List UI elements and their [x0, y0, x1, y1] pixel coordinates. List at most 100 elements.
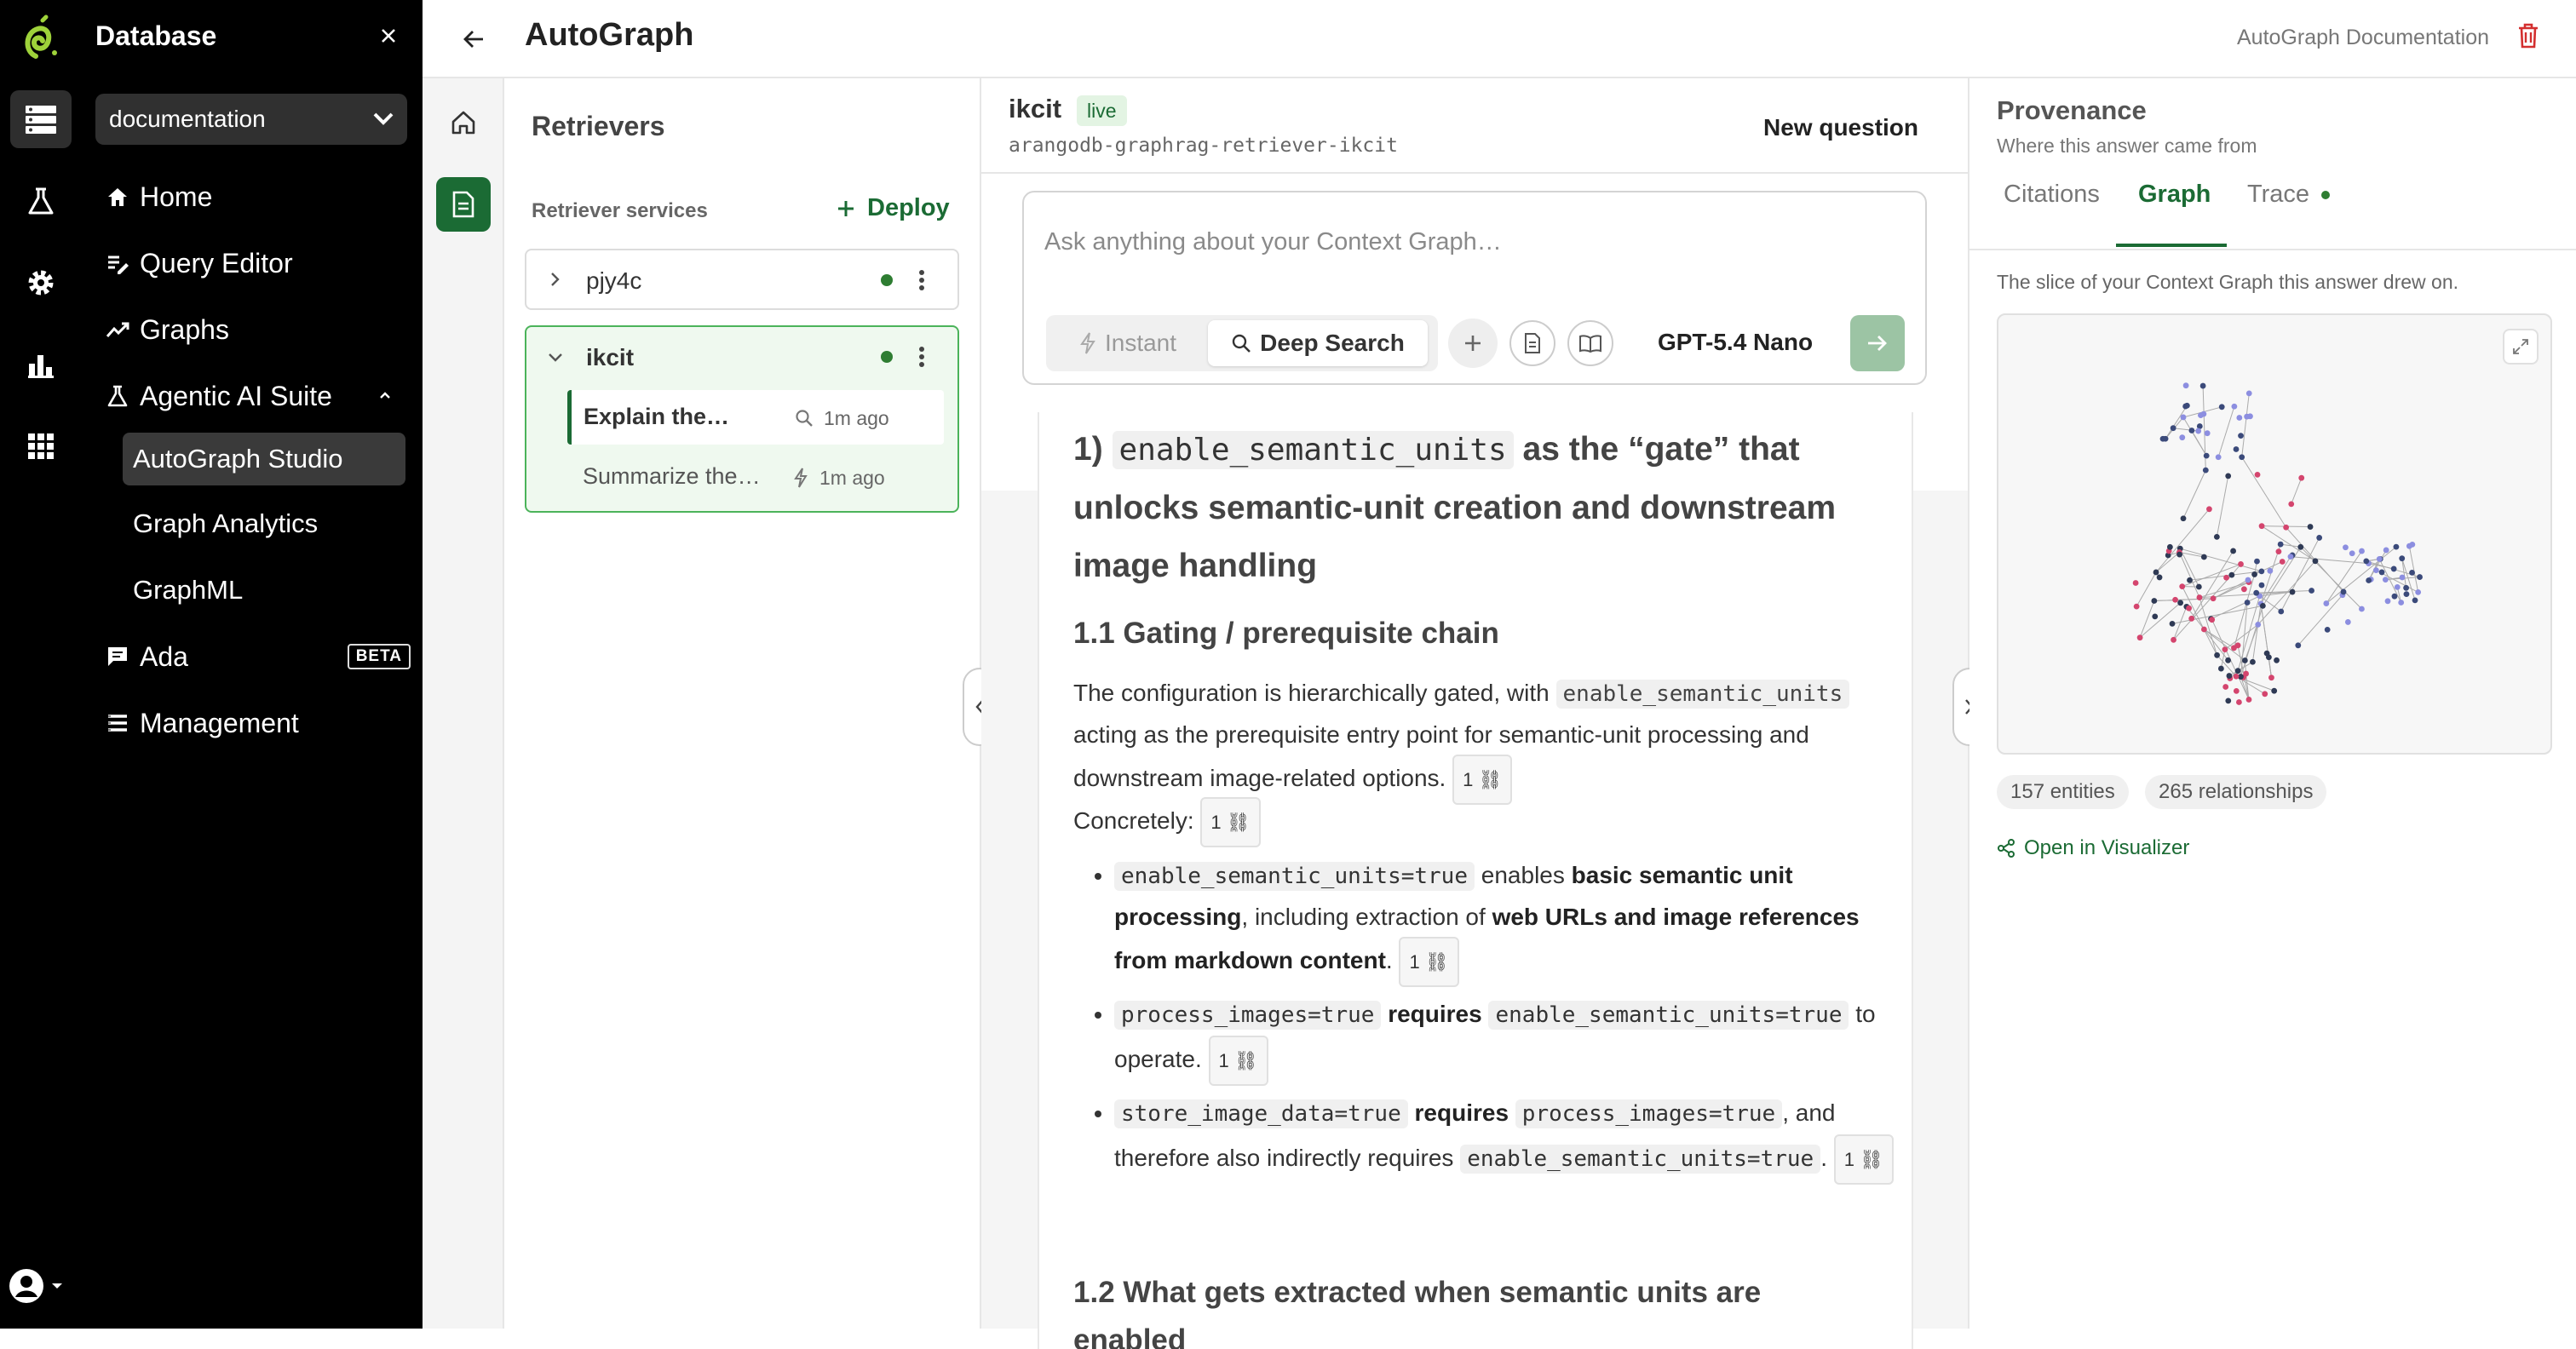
graph-node — [2195, 428, 2201, 434]
studio-retrievers-icon[interactable] — [436, 177, 491, 232]
user-menu[interactable] — [9, 1267, 70, 1305]
more-vertical-icon[interactable] — [918, 346, 925, 368]
nav-ada[interactable]: Ada BETA — [95, 630, 414, 683]
nav-autograph-studio[interactable]: AutoGraph Studio — [123, 433, 405, 485]
provenance-subtitle: Where this answer came from — [1997, 135, 2257, 158]
graph-node — [2309, 588, 2314, 594]
mode-deep-search-button[interactable]: Deep Search — [1208, 320, 1428, 366]
citation-chip[interactable]: 1 ⛓ — [1209, 1036, 1268, 1086]
gear-icon[interactable] — [10, 254, 72, 312]
nav-graphs[interactable]: Graphs — [95, 303, 414, 356]
graph-edge — [2140, 601, 2154, 638]
nav-graphml[interactable]: GraphML — [123, 564, 405, 617]
graph-edge — [2252, 604, 2261, 662]
retriever-card-ikcit[interactable]: ikcit Explain the… 1m ago Summarize the…… — [525, 325, 959, 513]
documentation-link[interactable]: AutoGraph Documentation — [2237, 26, 2489, 50]
citation-number: 1 — [1844, 1149, 1854, 1170]
citation-chip[interactable]: 1 ⛓ — [1399, 937, 1458, 987]
graph-node — [2259, 583, 2265, 588]
bullet-bold: requires — [1388, 1001, 1482, 1027]
question-input[interactable]: Ask anything about your Context Graph… — [1044, 228, 1502, 256]
trash-icon[interactable] — [2516, 22, 2544, 53]
graph-node — [2403, 585, 2409, 591]
tab-citations[interactable]: Citations — [2004, 181, 2100, 209]
graph-node — [2308, 524, 2314, 530]
nav-agentic-ai-suite[interactable]: Agentic AI Suite — [95, 370, 414, 422]
apps-grid-icon[interactable] — [10, 417, 72, 475]
bullet-bold: requires — [1415, 1099, 1509, 1126]
nav-management[interactable]: Management — [95, 697, 414, 749]
query-editor-icon — [106, 251, 129, 275]
graph-edge — [2261, 604, 2271, 678]
graph-node — [2359, 606, 2365, 612]
graph-node — [2406, 543, 2412, 549]
beta-badge: BETA — [348, 644, 411, 669]
tab-trace[interactable]: Trace — [2247, 181, 2330, 209]
graph-node — [2278, 542, 2284, 548]
graph-node — [2245, 600, 2251, 606]
nav-home[interactable]: Home — [95, 170, 414, 223]
graph-node — [2152, 613, 2158, 619]
mode-instant-button[interactable]: Instant — [1051, 320, 1205, 366]
new-question-button[interactable]: New question — [1763, 114, 1918, 141]
graph-node — [2225, 474, 2231, 479]
graph-node — [2385, 598, 2391, 604]
nav-query-editor[interactable]: Query Editor — [95, 237, 414, 290]
document-button[interactable] — [1509, 320, 1555, 366]
graph-node — [2241, 586, 2247, 592]
graph-node — [2278, 609, 2284, 615]
graph-node — [2234, 688, 2240, 694]
send-button[interactable] — [1850, 315, 1905, 371]
concretely-line: Concretely: 1 ⛓ — [1073, 797, 1261, 847]
citation-number: 1 — [1210, 812, 1221, 833]
citation-chip[interactable]: 1 ⛓ — [1834, 1134, 1894, 1185]
book-button[interactable] — [1567, 320, 1613, 366]
citation-chip[interactable]: 1 ⛓ — [1200, 797, 1260, 847]
citation-chip[interactable]: 1 ⛓ — [1452, 755, 1512, 805]
studio-home-icon[interactable] — [436, 95, 491, 150]
graph-edge — [2261, 557, 2291, 604]
answer-heading-2: 1.1 Gating / prerequisite chain — [1073, 617, 1499, 651]
chevron-down-icon — [359, 106, 407, 132]
retriever-card-pjy4c[interactable]: pjy4c — [525, 249, 959, 310]
open-visualizer-link[interactable]: Open in Visualizer — [1997, 836, 2189, 860]
answer-heading-3: 1.2 What gets extracted when semantic un… — [1073, 1269, 1857, 1349]
retrievers-title: Retrievers — [532, 111, 665, 142]
nav-graph-analytics[interactable]: Graph Analytics — [123, 497, 405, 550]
graph-node — [2377, 556, 2383, 562]
paragraph-text: Concretely: — [1073, 807, 1194, 834]
question-item-active[interactable]: Explain the… 1m ago — [567, 390, 944, 445]
retrievers-panel: Retrievers Retriever services Deploy pjy… — [504, 78, 981, 1329]
database-select[interactable]: documentation — [95, 94, 407, 145]
close-icon[interactable] — [371, 19, 405, 53]
graph-preview[interactable] — [1997, 313, 2552, 755]
bar-chart-icon[interactable] — [10, 336, 72, 393]
graph-node — [2363, 558, 2369, 564]
deploy-button[interactable]: Deploy — [837, 194, 950, 222]
question-time: 1m ago — [819, 467, 885, 490]
graph-node — [2383, 548, 2389, 554]
database-icon[interactable] — [10, 90, 72, 148]
bullet-item: enable_semantic_units=true enables basic… — [1114, 855, 1898, 987]
graph-node — [2171, 425, 2176, 431]
inline-code: process_images=true — [1114, 1001, 1381, 1030]
flask-icon[interactable] — [10, 172, 72, 230]
expand-icon[interactable] — [2503, 329, 2539, 365]
question-item[interactable]: Summarize the… 1m ago — [567, 450, 944, 504]
graph-node — [2236, 699, 2242, 705]
bullet-item: process_images=true requires enable_sema… — [1114, 994, 1898, 1086]
back-arrow-icon[interactable] — [457, 22, 491, 56]
graph-edge — [2217, 476, 2228, 537]
model-selector[interactable]: GPT-5.4 Nano — [1658, 329, 1813, 356]
graph-edge — [2165, 405, 2187, 439]
graph-node — [2201, 627, 2207, 633]
arango-logo[interactable] — [17, 14, 65, 61]
chevron-right-icon — [549, 271, 561, 288]
question-time: 1m ago — [824, 407, 889, 430]
more-vertical-icon[interactable] — [918, 269, 925, 291]
page-title: AutoGraph — [525, 17, 693, 54]
graph-node — [2394, 544, 2400, 550]
graph-edge — [2379, 559, 2401, 602]
tab-graph[interactable]: Graph — [2138, 181, 2211, 209]
add-attachment-button[interactable] — [1448, 319, 1498, 368]
